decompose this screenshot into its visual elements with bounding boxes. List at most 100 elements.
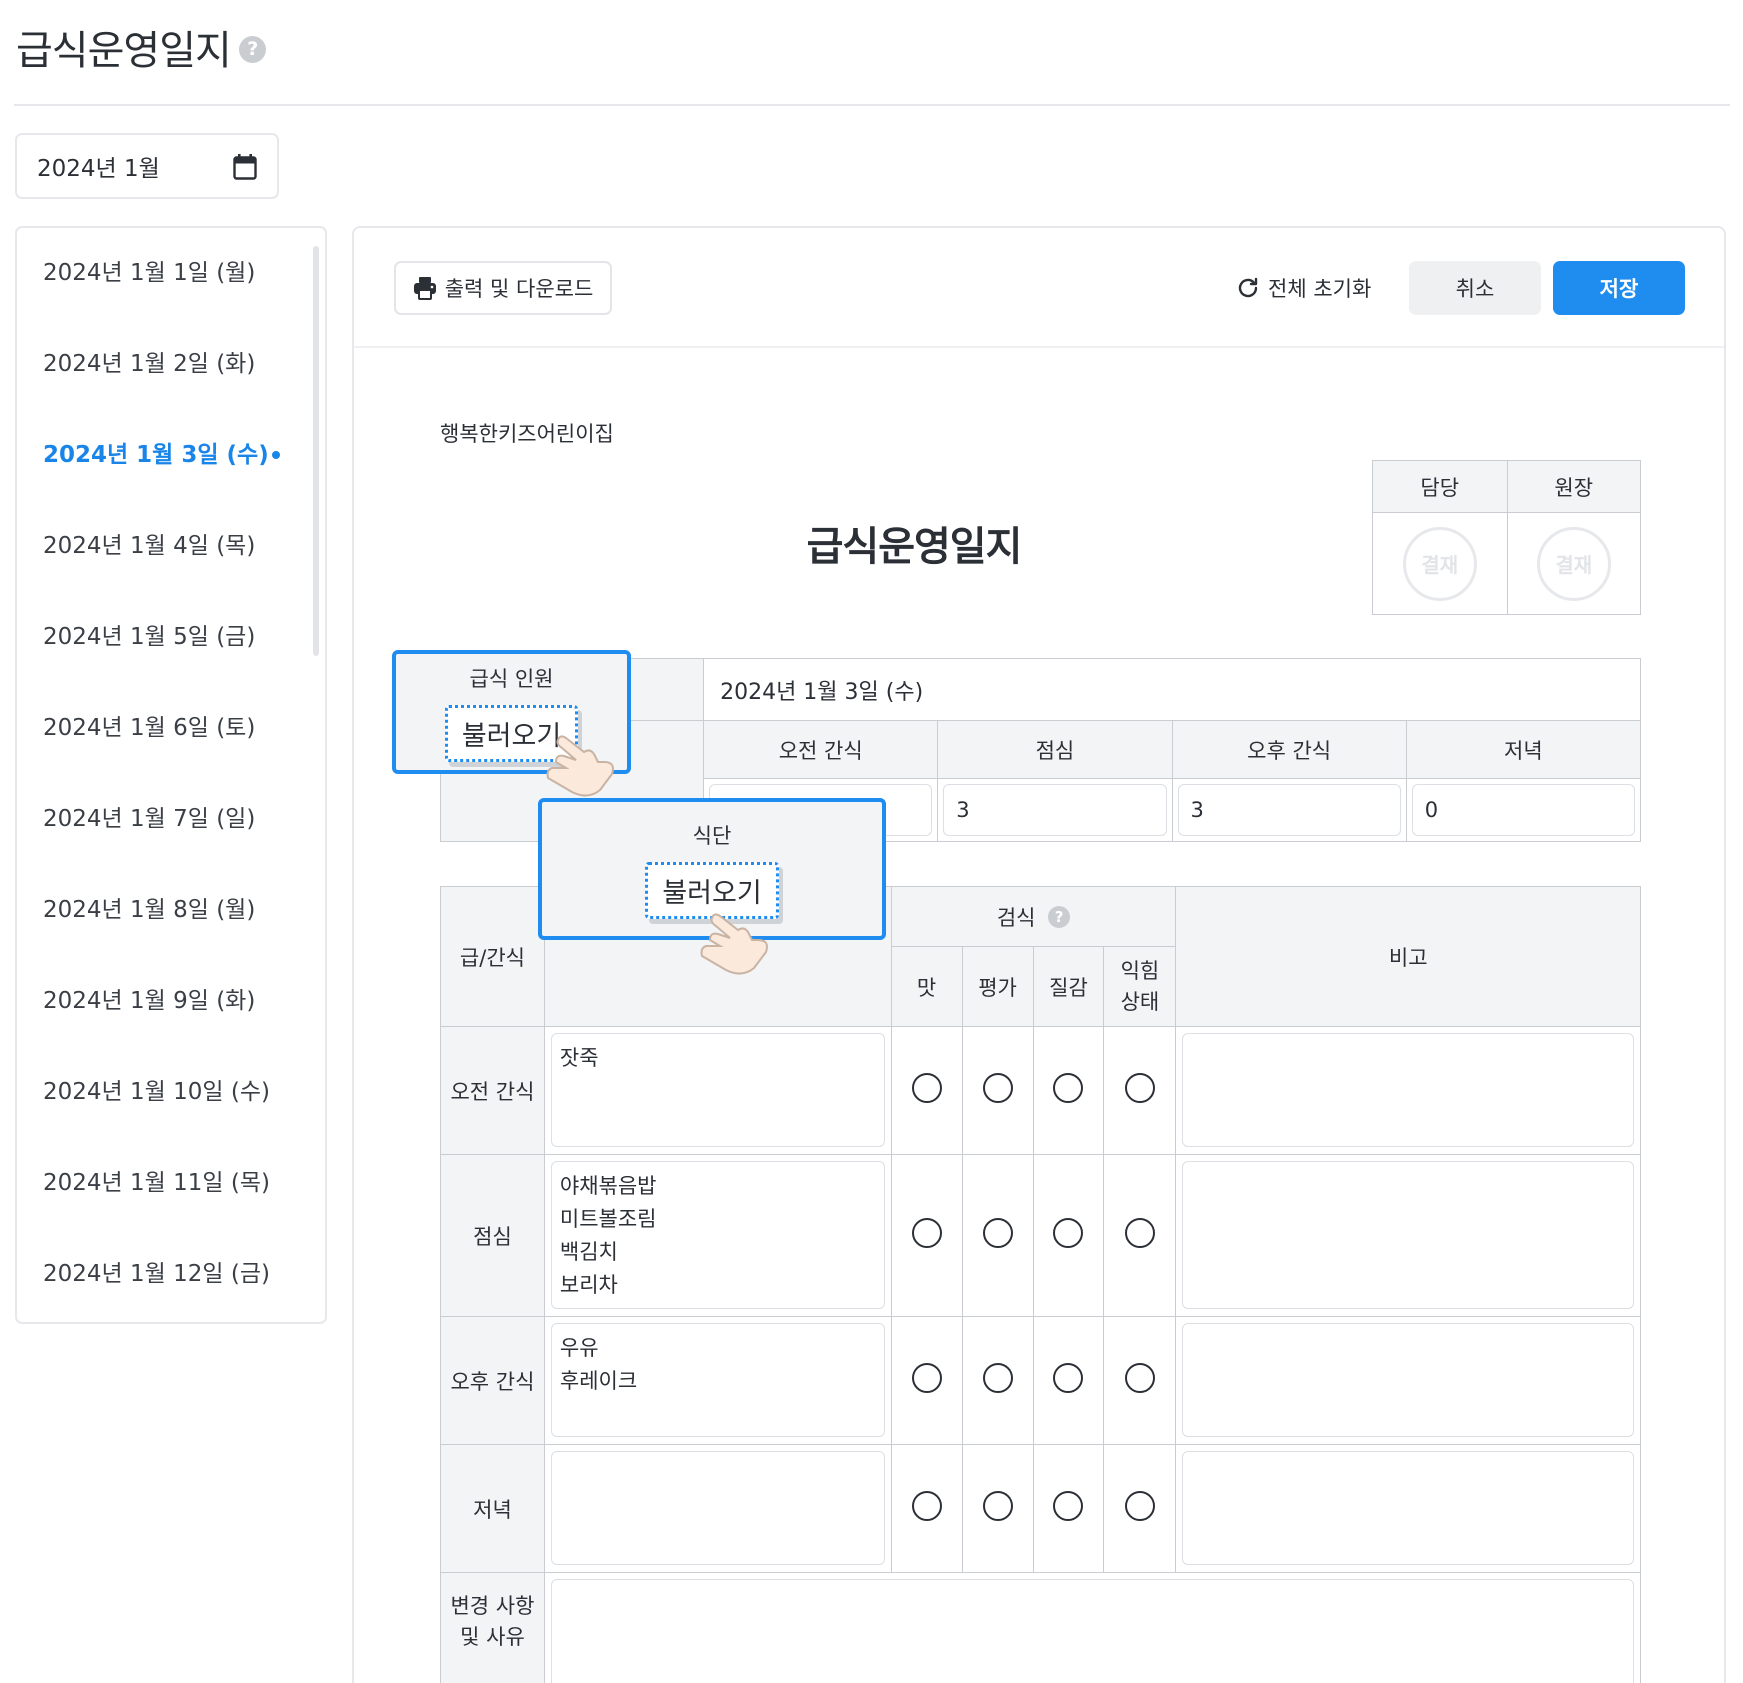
date-list-item[interactable]: 2024년 1월 8일 (월): [17, 865, 325, 956]
journal-panel: 출력 및 다운로드 전체 초기화 취소 저장 행복한키즈어린이집 급식운영일지 …: [352, 226, 1726, 1683]
meal-rows: 오전 간식 잣죽 점심 야채볶음밥 미트볼조림 백김치 보리차 오후 간식 우유 후레이크…: [440, 1026, 1641, 1573]
inspection-rating-radio[interactable]: [982, 1491, 1013, 1521]
meal-row: 오후 간식 우유 후레이크: [440, 1316, 1641, 1445]
date-list-scrollbar[interactable]: [313, 246, 319, 656]
inspection-rating-radio[interactable]: [982, 1218, 1013, 1248]
note-input[interactable]: [1182, 1451, 1634, 1565]
date-list-item[interactable]: 2024년 1월 7일 (일): [17, 774, 325, 865]
date-list-item[interactable]: 2024년 1월 6일 (토): [17, 683, 325, 774]
date-list-item-label: 2024년 1월 9일 (화): [43, 988, 256, 1014]
count-input-lunch[interactable]: 3: [943, 784, 1167, 836]
inspection-cell: [890, 1444, 963, 1573]
note-cell: [1175, 1444, 1641, 1573]
meal-row-label: 저녁: [440, 1444, 545, 1573]
inspection-doneness-radio[interactable]: [1124, 1491, 1155, 1521]
date-list-item[interactable]: 2024년 1월 5일 (금): [17, 592, 325, 683]
menu-input[interactable]: 잣죽: [550, 1033, 885, 1147]
inspection-cell: [1103, 1154, 1177, 1317]
inspection-texture-radio[interactable]: [1053, 1218, 1084, 1248]
meal-header-morning-snack: 오전 간식: [703, 720, 939, 779]
date-list-item[interactable]: 2024년 1월 2일 (화): [17, 319, 325, 410]
note-header: 비고: [1175, 886, 1641, 1027]
date-list-item[interactable]: 2024년 1월 9일 (화): [17, 956, 325, 1047]
date-list-item[interactable]: 2024년 1월 12일 (금): [17, 1229, 325, 1320]
cancel-button[interactable]: 취소: [1409, 261, 1541, 315]
date-list-item[interactable]: 2024년 1월 11일 (목): [17, 1138, 325, 1229]
month-picker[interactable]: 2024년 1월: [15, 133, 279, 199]
count-cell: 0: [1405, 778, 1642, 842]
inspection-texture-radio[interactable]: [1053, 1491, 1084, 1521]
pointer-hand-icon: [700, 913, 768, 975]
inspection-cell: [1103, 1026, 1177, 1155]
active-dot-icon: [272, 451, 280, 459]
change-cell: [543, 1572, 1642, 1683]
print-download-label: 출력 및 다운로드: [444, 277, 594, 301]
inspection-taste-radio[interactable]: [911, 1218, 942, 1248]
reset-all-button[interactable]: 전체 초기화: [1236, 261, 1371, 315]
inspection-cell: [890, 1154, 963, 1317]
change-input[interactable]: [550, 1579, 1634, 1683]
inspection-cell: [1103, 1316, 1177, 1445]
inspection-taste-radio[interactable]: [911, 1363, 942, 1393]
inspection-cell: [1032, 1026, 1105, 1155]
toolbar: 출력 및 다운로드 전체 초기화 취소 저장: [354, 228, 1724, 348]
approval-stamp: 결재: [1536, 526, 1611, 601]
inspection-doneness-radio[interactable]: [1124, 1363, 1155, 1393]
date-list-item[interactable]: 2024년 1월 3일 (수): [17, 410, 325, 501]
printer-icon: [413, 277, 436, 300]
inspection-texture-radio[interactable]: [1053, 1363, 1084, 1393]
meal-row: 점심 야채볶음밥 미트볼조림 백김치 보리차: [440, 1154, 1641, 1317]
inspection-rating-radio[interactable]: [982, 1363, 1013, 1393]
note-input[interactable]: [1182, 1323, 1634, 1437]
date-list-item-label: 2024년 1월 2일 (화): [43, 351, 256, 377]
date-list-item[interactable]: 2024년 1월 10일 (수): [17, 1047, 325, 1138]
note-input[interactable]: [1182, 1161, 1634, 1309]
approval-box: 담당 원장 결재 결재: [1372, 460, 1641, 615]
menu-cell: [543, 1444, 892, 1573]
date-list-item-label: 2024년 1월 3일 (수): [43, 442, 269, 468]
meal-header-lunch: 점심: [937, 720, 1173, 779]
inspection-texture-radio[interactable]: [1053, 1073, 1084, 1103]
date-value: 2024년 1월 3일 (수): [703, 658, 1641, 721]
inspection-cell: [890, 1026, 963, 1155]
inspection-taste-radio[interactable]: [911, 1073, 942, 1103]
date-list-item-label: 2024년 1월 12일 (금): [43, 1261, 270, 1287]
inspection-cell: [1032, 1154, 1105, 1317]
date-list-item-label: 2024년 1월 8일 (월): [43, 897, 256, 923]
count-input-afternoon-snack[interactable]: 3: [1177, 784, 1401, 836]
org-name: 행복한키즈어린이집: [440, 422, 614, 446]
inspection-rating-radio[interactable]: [982, 1073, 1013, 1103]
approval-header-director: 원장: [1506, 461, 1640, 513]
count-cell: 3: [1171, 778, 1407, 842]
inspection-doneness-radio[interactable]: [1124, 1218, 1155, 1248]
date-list-item-label: 2024년 1월 6일 (토): [43, 715, 256, 741]
menu-input[interactable]: 우유 후레이크: [550, 1323, 885, 1437]
inspection-doneness-radio[interactable]: [1124, 1073, 1155, 1103]
inspection-taste-radio[interactable]: [911, 1491, 942, 1521]
menu-cell: 야채볶음밥 미트볼조림 백김치 보리차: [543, 1154, 892, 1317]
date-list-item[interactable]: 2024년 1월 1일 (월): [17, 228, 325, 319]
inspection-col-texture: 질감: [1032, 946, 1105, 1027]
date-list-item[interactable]: 2024년 1월 4일 (목): [17, 501, 325, 592]
menu-input[interactable]: [550, 1451, 885, 1565]
approval-cell-staff: 결재: [1373, 513, 1507, 614]
inspection-help-icon[interactable]: ?: [1048, 905, 1071, 928]
approval-stamp: 결재: [1402, 526, 1477, 601]
help-icon[interactable]: ?: [238, 35, 266, 63]
note-input[interactable]: [1182, 1033, 1634, 1147]
inspection-col-doneness: 익힘 상태: [1103, 946, 1177, 1027]
date-list-item-label: 2024년 1월 5일 (금): [43, 624, 256, 650]
meal-row-label: 점심: [440, 1154, 545, 1317]
page-title: 급식운영일지?: [16, 18, 266, 76]
print-download-button[interactable]: 출력 및 다운로드: [394, 261, 612, 315]
date-list: 2024년 1월 1일 (월) 2024년 1월 2일 (화) 2024년 1월 3…: [15, 226, 327, 1324]
save-button[interactable]: 저장: [1553, 261, 1685, 315]
inspection-header: 검식 ?: [890, 886, 1177, 947]
note-cell: [1175, 1154, 1641, 1317]
refresh-icon: [1238, 277, 1258, 298]
note-cell: [1175, 1316, 1641, 1445]
count-input-dinner[interactable]: 0: [1411, 784, 1635, 836]
date-list-item-label: 2024년 1월 10일 (수): [43, 1079, 270, 1105]
menu-input[interactable]: 야채볶음밥 미트볼조림 백김치 보리차: [550, 1161, 885, 1309]
date-list-item-label: 2024년 1월 4일 (목): [43, 533, 256, 559]
